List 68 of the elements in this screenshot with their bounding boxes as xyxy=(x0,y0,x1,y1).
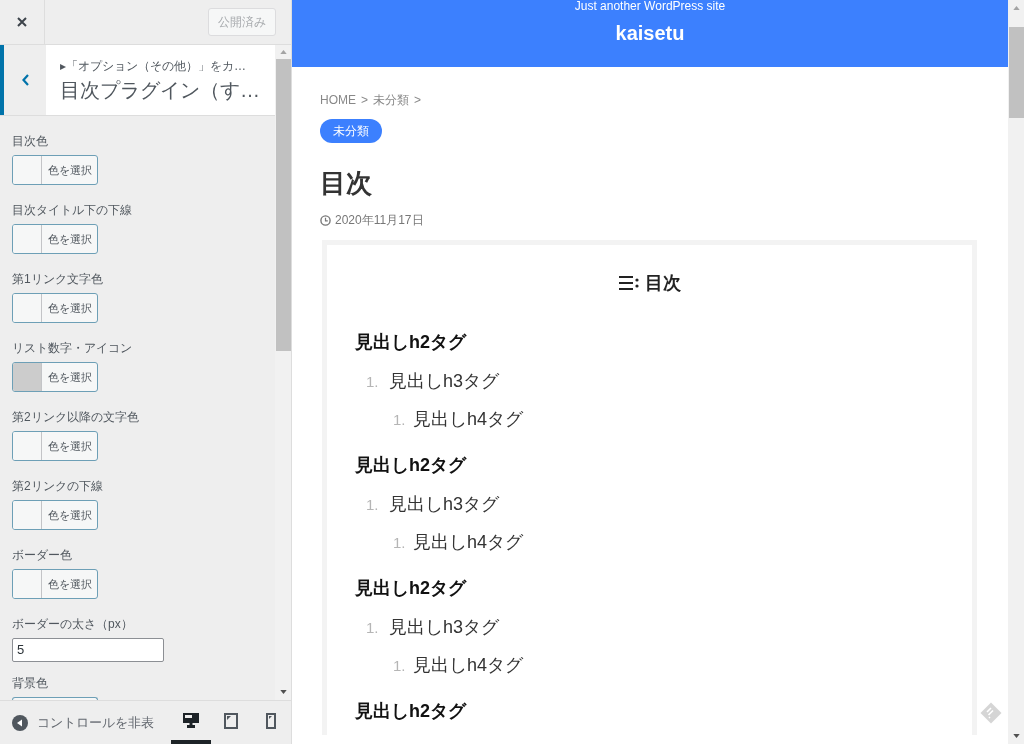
color-button[interactable] xyxy=(12,697,98,700)
color-button[interactable]: 色を選択 xyxy=(12,431,98,461)
color-button[interactable]: 色を選択 xyxy=(12,293,98,323)
toc-heading-link[interactable]: 見出しh2タグ xyxy=(355,330,466,354)
list-number: 1. xyxy=(366,372,380,392)
scroll-down-arrow-icon[interactable] xyxy=(1012,734,1020,738)
color-swatch-icon xyxy=(13,225,42,253)
post-title: 目次 xyxy=(320,167,372,199)
color-button[interactable]: 色を選択 xyxy=(12,362,98,392)
breadcrumb-separator: > xyxy=(414,93,422,107)
category-badge[interactable]: 未分類 xyxy=(320,119,382,143)
color-button[interactable]: 色を選択 xyxy=(12,569,98,599)
list-number: 1. xyxy=(366,495,380,515)
toc-subheading-link[interactable]: 見出しh4タグ xyxy=(413,652,524,677)
toc-heading-link[interactable]: 見出しh2タグ xyxy=(355,453,466,477)
close-icon xyxy=(17,17,27,27)
list-number: 1. xyxy=(366,618,380,638)
scroll-up-arrow-icon[interactable] xyxy=(279,50,287,54)
color-swatch-icon xyxy=(13,432,42,460)
toc-subheading-link[interactable]: 見出しh3タグ xyxy=(389,615,500,639)
scrollbar-thumb[interactable] xyxy=(275,59,291,351)
list-number: 1. xyxy=(393,409,407,430)
toc-heading-link[interactable]: 見出しh2タグ xyxy=(355,576,466,600)
control-label: 第1リンク文字色 xyxy=(12,271,103,287)
hide-controls-button[interactable]: コントロールを非表 xyxy=(0,701,154,744)
control-label: 第2リンクの下線 xyxy=(12,478,103,494)
tablet-icon xyxy=(224,712,238,729)
clock-icon xyxy=(320,214,331,226)
control-label: 背景色 xyxy=(12,675,48,691)
control-label: 第2リンク以降の文字色 xyxy=(12,409,139,425)
breadcrumb-link[interactable]: 未分類 xyxy=(373,93,409,107)
list-icon xyxy=(618,275,639,291)
toc-subheading-link[interactable]: 見出しh4タグ xyxy=(413,529,524,554)
section-breadcrumb: ▸「オプション（その他）」をカ… xyxy=(60,58,246,74)
mobile-icon xyxy=(266,712,276,729)
toc-subheading-link[interactable]: 見出しh3タグ xyxy=(389,369,500,393)
diamond-icon[interactable] xyxy=(980,702,1002,724)
toc-heading-link[interactable]: 見出しh2タグ xyxy=(355,699,466,723)
scroll-down-arrow-icon[interactable] xyxy=(279,690,287,694)
control-label: ボーダー色 xyxy=(12,547,72,563)
list-number: 1. xyxy=(393,532,407,553)
scrollbar[interactable] xyxy=(1008,0,1024,744)
breadcrumb-separator: > xyxy=(361,93,368,107)
scroll-up-arrow-icon[interactable] xyxy=(1012,6,1020,10)
color-button[interactable]: 色を選択 xyxy=(12,155,98,185)
scrollbar-thumb[interactable] xyxy=(1008,27,1024,118)
control-label: 目次色 xyxy=(12,133,48,149)
color-swatch-icon xyxy=(13,570,42,598)
control-label: 目次タイトル下の下線 xyxy=(12,202,132,218)
site-tagline: Just another WordPress site xyxy=(574,0,726,12)
color-swatch-icon xyxy=(13,294,42,322)
control-label: ボーダーの太さ（px） xyxy=(12,616,133,632)
section-title: 目次プラグイン（す… xyxy=(60,78,260,102)
desktop-icon xyxy=(183,713,199,728)
color-button[interactable]: 色を選択 xyxy=(12,224,98,254)
site-title[interactable]: kaisetu xyxy=(615,21,685,45)
list-number: 1. xyxy=(393,655,407,676)
color-button[interactable]: 色を選択 xyxy=(12,500,98,530)
post-date: 2020年11月17日 xyxy=(335,212,424,228)
back-chevron-icon xyxy=(21,74,29,86)
color-swatch-icon xyxy=(13,156,42,184)
color-swatch-icon xyxy=(13,501,42,529)
toc-subheading-link[interactable]: 見出しh3タグ xyxy=(389,492,500,516)
toc-subheading-link[interactable]: 見出しh4タグ xyxy=(413,406,524,431)
number-input[interactable]: 5 xyxy=(12,638,164,662)
toc-title: 目次 xyxy=(644,272,681,295)
control-label: リスト数字・アイコン xyxy=(12,340,132,356)
breadcrumb-link[interactable]: HOME xyxy=(320,93,356,107)
